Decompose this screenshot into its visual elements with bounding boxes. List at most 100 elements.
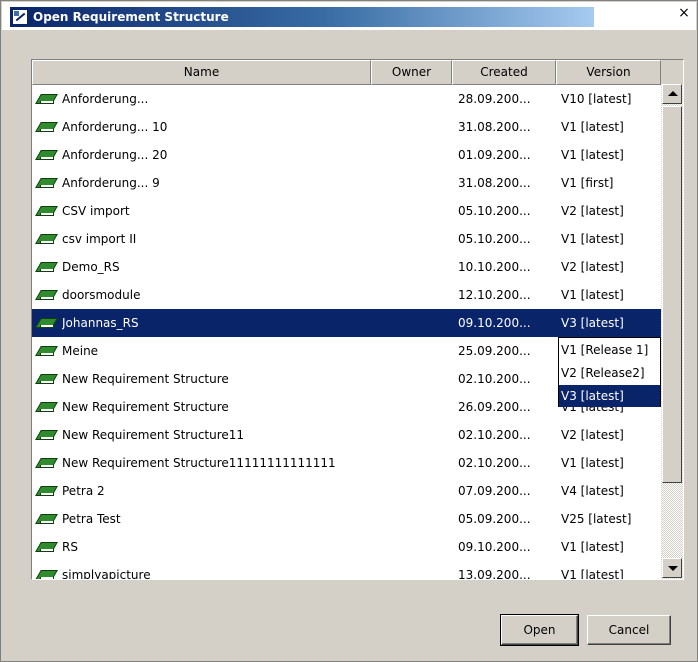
- cell-version: V3 [latest]: [561, 316, 624, 330]
- table-row[interactable]: CSV import 05.10.200... V2 [latest]: [32, 197, 663, 225]
- cell-name: Anforderung... 10: [62, 120, 168, 134]
- scroll-down-button[interactable]: [662, 558, 682, 578]
- cell-owner: [375, 197, 450, 225]
- table-row[interactable]: RS 09.10.200... V1 [latest]: [32, 533, 663, 561]
- cell-owner: [375, 477, 450, 505]
- table-row[interactable]: New Requirement Structure11111111111111 0…: [32, 449, 663, 477]
- table-row[interactable]: Demo_RS 10.10.200... V2 [latest]: [32, 253, 663, 281]
- cell-created: 02.10.200...: [458, 372, 531, 386]
- green-book-icon: [35, 120, 58, 134]
- green-book-icon: [35, 148, 58, 162]
- green-book-icon: [35, 484, 58, 498]
- title-bar-gradient: Open Requirement Structure: [10, 7, 594, 27]
- green-book-icon: [35, 456, 58, 470]
- green-book-icon: [35, 316, 58, 330]
- cell-name: Petra Test: [62, 512, 121, 526]
- table-body: Anforderung... 28.09.200... V10 [latest] An…: [32, 85, 663, 580]
- cell-created: 25.09.200...: [458, 344, 531, 358]
- cell-owner: [375, 141, 450, 169]
- cell-owner: [375, 365, 450, 393]
- green-book-icon: [35, 92, 58, 106]
- cell-owner: [375, 421, 450, 449]
- cell-name: Meine: [62, 344, 99, 358]
- version-option[interactable]: V2 [Release2]: [559, 362, 660, 384]
- table-header: Name Owner Created Version: [32, 60, 683, 85]
- table-row[interactable]: Anforderung... 10 31.08.200... V1 [latest]: [32, 113, 663, 141]
- cell-name: csv import II: [62, 232, 137, 246]
- green-book-icon: [35, 204, 58, 218]
- cell-name: New Requirement Structure: [62, 400, 229, 414]
- cell-created: 02.10.200...: [458, 428, 531, 442]
- cell-created: 10.10.200...: [458, 260, 531, 274]
- table-row[interactable]: csv import II 05.10.200... V1 [latest]: [32, 225, 663, 253]
- cell-version: V1 [latest]: [561, 568, 624, 580]
- table-row[interactable]: Johannas_RS 09.10.200... V3 [latest]: [32, 309, 663, 337]
- cell-owner: [375, 337, 450, 365]
- cell-owner: [375, 561, 450, 579]
- vertical-scrollbar[interactable]: [661, 84, 683, 579]
- cell-owner: [375, 309, 450, 337]
- window-title: Open Requirement Structure: [33, 10, 229, 24]
- cancel-button[interactable]: Cancel: [587, 615, 671, 645]
- cell-owner: [375, 113, 450, 141]
- cell-version: V1 [latest]: [561, 148, 624, 162]
- scroll-up-button[interactable]: [662, 84, 682, 104]
- cell-owner: [375, 169, 450, 197]
- cell-version: V1 [latest]: [561, 232, 624, 246]
- column-header-name[interactable]: Name: [32, 60, 371, 85]
- column-header-created[interactable]: Created: [452, 60, 556, 85]
- cell-name: Anforderung... 20: [62, 148, 168, 162]
- green-book-icon: [35, 288, 58, 302]
- version-option-selected[interactable]: V3 [latest]: [559, 385, 660, 407]
- cell-created: 01.09.200...: [458, 148, 531, 162]
- table-row[interactable]: Petra 2 07.09.200... V4 [latest]: [32, 477, 663, 505]
- open-button[interactable]: Open: [500, 614, 579, 646]
- cell-name: RS: [62, 540, 78, 554]
- cell-created: 05.10.200...: [458, 232, 531, 246]
- column-header-version[interactable]: Version: [556, 60, 661, 85]
- cell-owner: [375, 505, 450, 533]
- column-header-owner[interactable]: Owner: [371, 60, 452, 85]
- cell-version: V25 [latest]: [561, 512, 632, 526]
- table-row[interactable]: doorsmodule 12.10.200... V1 [latest]: [32, 281, 663, 309]
- cell-version: V1 [latest]: [561, 288, 624, 302]
- cell-name: Johannas_RS: [62, 316, 139, 330]
- cell-created: 09.10.200...: [458, 540, 531, 554]
- cell-name: New Requirement Structure: [62, 372, 229, 386]
- requirement-structure-icon: [12, 9, 28, 25]
- cell-version: V4 [latest]: [561, 484, 624, 498]
- cell-version: V2 [latest]: [561, 428, 624, 442]
- green-book-icon: [35, 428, 58, 442]
- scroll-thumb[interactable]: [662, 106, 682, 483]
- title-bar: Open Requirement Structure ×: [2, 2, 696, 30]
- cell-owner: [375, 85, 450, 113]
- table-row[interactable]: simplyapicture 13.09.200... V1 [latest]: [32, 561, 663, 580]
- green-book-icon: [35, 568, 58, 579]
- green-book-icon: [35, 260, 58, 274]
- cell-owner: [375, 225, 450, 253]
- table-row[interactable]: Petra Test 05.09.200... V25 [latest]: [32, 505, 663, 533]
- cell-name: simplyapicture: [62, 568, 151, 580]
- cell-owner: [375, 253, 450, 281]
- cell-created: 26.09.200...: [458, 400, 531, 414]
- cell-name: Anforderung... 9: [62, 176, 160, 190]
- table-row[interactable]: New Requirement Structure11 02.10.200... V…: [32, 421, 663, 449]
- green-book-icon: [35, 176, 58, 190]
- table-row[interactable]: Anforderung... 28.09.200... V10 [latest]: [32, 85, 663, 113]
- requirement-structure-table: Name Owner Created Version Anforderung..…: [31, 59, 684, 580]
- cell-created: 31.08.200...: [458, 176, 531, 190]
- green-book-icon: [35, 540, 58, 554]
- version-option[interactable]: V1 [Release 1]: [559, 339, 660, 361]
- cell-name: New Requirement Structure11: [62, 428, 245, 442]
- cell-created: 28.09.200...: [458, 92, 531, 106]
- close-button[interactable]: ×: [676, 6, 692, 22]
- cell-version: V2 [latest]: [561, 204, 624, 218]
- table-row[interactable]: Anforderung... 9 31.08.200... V1 [first]: [32, 169, 663, 197]
- green-book-icon: [35, 372, 58, 386]
- cell-created: 05.09.200...: [458, 512, 531, 526]
- cell-version: V1 [latest]: [561, 120, 624, 134]
- arrow-up-icon: [668, 91, 678, 96]
- table-row[interactable]: Anforderung... 20 01.09.200... V1 [latest]: [32, 141, 663, 169]
- cell-owner: [375, 533, 450, 561]
- cell-owner: [375, 449, 450, 477]
